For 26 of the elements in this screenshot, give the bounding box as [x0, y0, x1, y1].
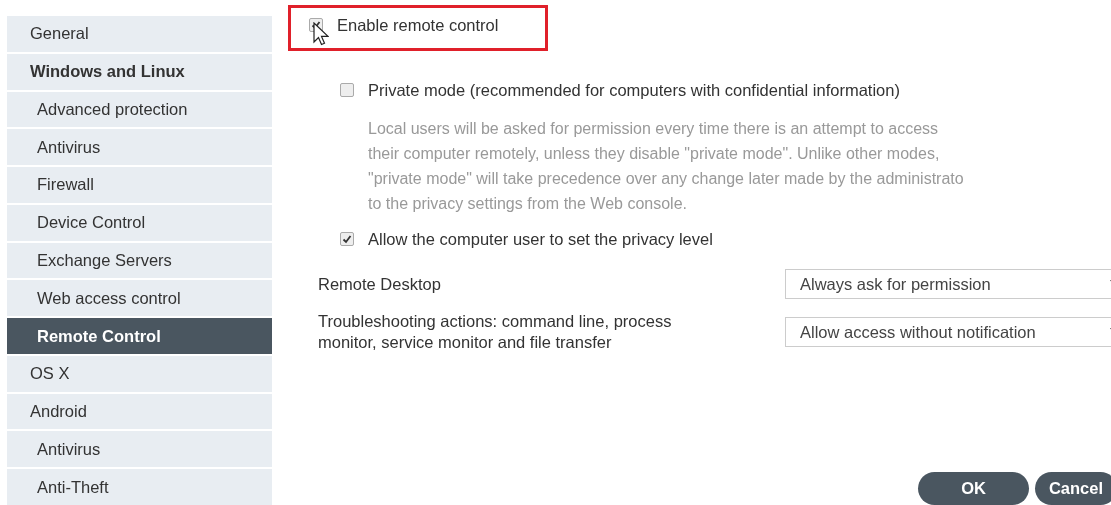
dropdown[interactable]: Allow access without notification: [785, 317, 1111, 347]
checkbox-label: Private mode (recommended for computers with confidential information): [368, 81, 900, 100]
sidebar-item[interactable]: Antivirus: [7, 431, 272, 468]
sidebar-item[interactable]: Android: [7, 393, 272, 430]
sidebar-item[interactable]: Anti-Theft: [7, 469, 272, 505]
cancel-button[interactable]: Cancel: [1035, 472, 1111, 505]
sidebar-item[interactable]: Firewall: [7, 167, 272, 203]
checkbox-label: Allow the computer user to set the privacy level: [368, 230, 713, 249]
sidebar-item[interactable]: Remote Control: [7, 318, 272, 354]
checkbox[interactable]: [340, 83, 354, 97]
checkbox[interactable]: [340, 232, 354, 246]
setting-label: Remote Desktop: [318, 273, 442, 295]
sidebar-item[interactable]: Antivirus: [7, 129, 272, 166]
sidebar-item[interactable]: Web access control: [7, 280, 272, 317]
sidebar-item[interactable]: General: [7, 16, 272, 52]
sidebar-item[interactable]: Device Control: [7, 204, 272, 241]
ok-button[interactable]: OK: [918, 472, 1029, 505]
sidebar-item[interactable]: OS X: [7, 355, 272, 392]
description-text: Local users will be asked for permission every time there is an attempt to access their computer remotely, unless they disable "private mode". Unlike other modes, "private mode" will take precedence over any change later made by the administrato to the privacy settings from the Web console.: [368, 119, 965, 214]
checkbox-label: Enable remote control: [337, 16, 499, 35]
dropdown[interactable]: Always ask for permission: [785, 269, 1111, 299]
cursor-icon: [313, 22, 329, 46]
sidebar-item[interactable]: Windows and Linux: [7, 53, 272, 90]
sidebar-item[interactable]: Advanced protection: [7, 91, 272, 128]
setting-label: Troubleshooting actions: command line, process monitor, service monitor and file transfer: [318, 311, 673, 353]
sidebar-item[interactable]: Exchange Servers: [7, 242, 272, 279]
